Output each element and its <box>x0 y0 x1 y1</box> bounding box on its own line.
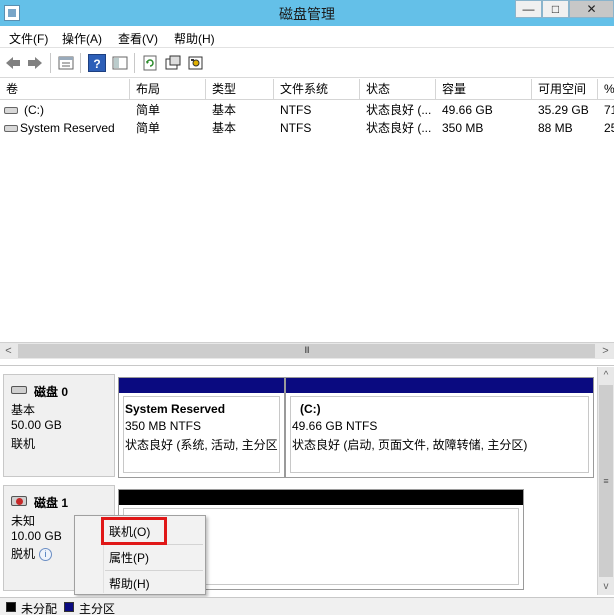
column-header-type[interactable]: 类型 <box>206 79 274 99</box>
volume-name: System Reserved <box>20 121 115 135</box>
close-button[interactable]: ✕ <box>569 0 614 18</box>
disk-size: 50.00 GB <box>11 418 62 432</box>
column-header-volume[interactable]: 卷 <box>0 79 130 99</box>
settings-icon[interactable] <box>187 54 205 72</box>
forward-arrow-icon[interactable] <box>26 54 44 72</box>
minimize-button[interactable]: — <box>515 0 542 18</box>
volume-capacity: 350 MB <box>442 121 484 135</box>
hard-disk-icon <box>11 386 27 394</box>
menu-view[interactable]: 查看(V) <box>118 30 158 47</box>
help-icon[interactable]: ? <box>88 54 106 72</box>
volume-free-space: 35.29 GB <box>538 103 589 117</box>
volume-free-space: 88 MB <box>538 121 573 135</box>
legend-swatch-primary <box>64 602 74 612</box>
scroll-up-arrow[interactable]: ^ <box>598 367 614 384</box>
volume-filesystem: NTFS <box>280 103 312 117</box>
toolbar-separator <box>134 53 135 73</box>
column-header-layout[interactable]: 布局 <box>130 79 206 99</box>
vertical-scrollbar[interactable]: ^ ≡ v <box>597 367 614 595</box>
menu-file[interactable]: 文件(F) <box>9 30 48 47</box>
volume-percent: 25 <box>604 121 614 135</box>
volume-type: 基本 <box>212 103 237 117</box>
back-arrow-icon[interactable] <box>4 54 22 72</box>
toolbar: ? <box>0 48 614 78</box>
unallocated-bar <box>119 490 523 505</box>
volume-type: 基本 <box>212 121 237 135</box>
volume-filesystem: NTFS <box>280 121 312 135</box>
partition-system-reserved[interactable]: System Reserved 350 MB NTFS 状态良好 (系统, 活动… <box>118 377 285 478</box>
column-header-filesystem[interactable]: 文件系统 <box>274 79 360 99</box>
column-header-percent[interactable]: % <box>598 79 614 99</box>
partition-size-fs: 350 MB NTFS <box>125 419 202 433</box>
menu-separator <box>105 570 203 571</box>
partition-name: System Reserved <box>125 402 226 416</box>
rescan-icon[interactable] <box>164 54 182 72</box>
scroll-down-arrow[interactable]: v <box>598 578 614 595</box>
legend-swatch-unallocated <box>6 602 16 612</box>
title-bar: 磁盘管理 — □ ✕ <box>0 0 614 26</box>
legend-bar: 未分配 主分区 <box>0 597 614 615</box>
disk-state: 联机 <box>11 437 36 451</box>
volume-name: (C:) <box>24 103 44 117</box>
column-header-capacity[interactable]: 容量 <box>436 79 532 99</box>
table-row[interactable]: (C:) 简单 基本 NTFS 状态良好 (... 49.66 GB 35.29… <box>0 101 614 119</box>
volume-list: 卷 布局 类型 文件系统 状态 容量 可用空间 % (C:) 简单 基本 NTF… <box>0 79 614 342</box>
volume-percent: 71 <box>604 103 614 117</box>
legend-label-unallocated: 未分配 <box>21 602 58 615</box>
volume-list-header: 卷 布局 类型 文件系统 状态 容量 可用空间 % <box>0 79 614 100</box>
disk-kind: 基本 <box>11 403 36 417</box>
column-header-status[interactable]: 状态 <box>360 79 436 99</box>
menu-bar: 文件(F) 操作(A) 查看(V) 帮助(H) <box>0 26 614 48</box>
highlight-box <box>101 517 167 545</box>
disk-name: 磁盘 0 <box>34 385 69 399</box>
table-row[interactable]: System Reserved 简单 基本 NTFS 状态良好 (... 350… <box>0 119 614 137</box>
horizontal-scrollbar[interactable]: < III > <box>0 342 614 359</box>
toolbar-separator <box>50 53 51 73</box>
disk-state: 脱机 <box>11 547 36 561</box>
column-header-free-space[interactable]: 可用空间 <box>532 79 598 99</box>
partition-name: (C:) <box>300 402 321 416</box>
properties-icon[interactable] <box>57 54 75 72</box>
disk-kind: 未知 <box>11 514 36 528</box>
disk-offline-icon <box>11 496 27 506</box>
maximize-button[interactable]: □ <box>542 0 569 18</box>
disk-size: 10.00 GB <box>11 529 62 543</box>
volume-icon <box>4 107 18 115</box>
refresh-icon[interactable] <box>141 54 159 72</box>
menu-item-properties[interactable]: 属性(P) <box>109 549 149 566</box>
disk-0-label[interactable]: 磁盘 0 基本 50.00 GB 联机 <box>3 374 115 477</box>
volume-status: 状态良好 (... <box>366 103 432 117</box>
vertical-scroll-thumb[interactable]: ≡ <box>599 385 613 577</box>
partition-status: 状态良好 (启动, 页面文件, 故障转储, 主分区) <box>292 438 528 452</box>
primary-partition-bar <box>286 378 593 393</box>
toolbar-separator <box>80 53 81 73</box>
menu-help[interactable]: 帮助(H) <box>174 30 215 47</box>
volume-status: 状态良好 (... <box>366 121 432 135</box>
primary-partition-bar <box>119 378 284 393</box>
info-icon[interactable]: i <box>39 548 53 562</box>
menu-item-help[interactable]: 帮助(H) <box>109 575 150 592</box>
partition-size-fs: 49.66 GB NTFS <box>292 419 378 433</box>
scroll-left-arrow[interactable]: < <box>0 343 17 359</box>
horizontal-scroll-thumb[interactable]: III <box>18 344 595 358</box>
menu-action[interactable]: 操作(A) <box>62 30 102 47</box>
scroll-right-arrow[interactable]: > <box>597 343 614 359</box>
volume-layout: 简单 <box>136 121 161 135</box>
legend-label-primary: 主分区 <box>79 602 116 615</box>
volume-capacity: 49.66 GB <box>442 103 493 117</box>
partition-status: 状态良好 (系统, 活动, 主分区 <box>125 438 278 452</box>
volume-layout: 简单 <box>136 103 161 117</box>
disk-name: 磁盘 1 <box>34 496 69 510</box>
volume-icon <box>4 125 18 133</box>
show-hide-icon[interactable] <box>111 54 129 72</box>
partition-c[interactable]: (C:) 49.66 GB NTFS 状态良好 (启动, 页面文件, 故障转储,… <box>285 377 594 478</box>
